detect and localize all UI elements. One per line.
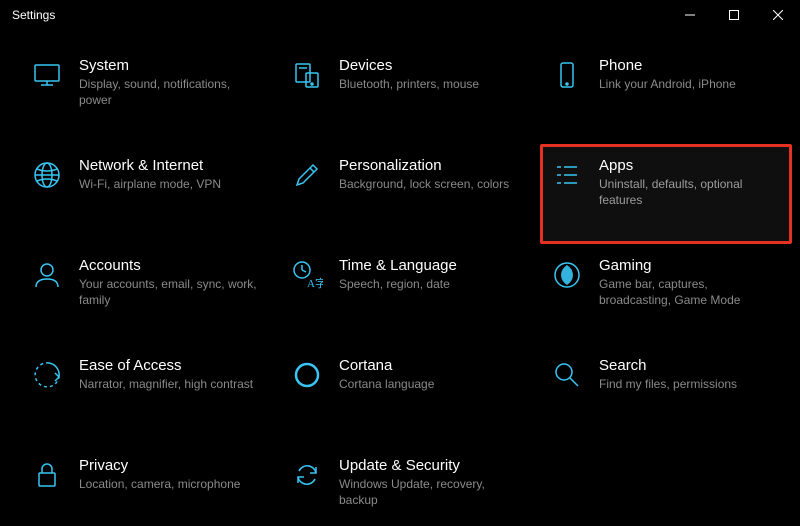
window-title: Settings (12, 8, 55, 22)
tile-sub: Narrator, magnifier, high contrast (79, 376, 253, 392)
tile-personalization[interactable]: Personalization Background, lock screen,… (280, 144, 532, 244)
tile-title: System (79, 57, 263, 74)
tile-sub: Link your Android, iPhone (599, 76, 736, 92)
tile-system[interactable]: System Display, sound, notifications, po… (20, 44, 272, 144)
tile-sub: Location, camera, microphone (79, 476, 240, 492)
update-security-icon (289, 457, 325, 493)
apps-icon (549, 157, 585, 193)
tile-title: Accounts (79, 257, 263, 274)
tile-title: Privacy (79, 457, 240, 474)
tile-sub: Speech, region, date (339, 276, 457, 292)
tile-network[interactable]: Network & Internet Wi-Fi, airplane mode,… (20, 144, 272, 244)
tile-apps[interactable]: Apps Uninstall, defaults, optional featu… (540, 144, 792, 244)
maximize-button[interactable] (712, 0, 756, 30)
tile-privacy[interactable]: Privacy Location, camera, microphone (20, 444, 272, 526)
window-controls (668, 0, 800, 30)
phone-icon (549, 57, 585, 93)
tile-cortana[interactable]: Cortana Cortana language (280, 344, 532, 444)
tile-sub: Background, lock screen, colors (339, 176, 509, 192)
tile-sub: Your accounts, email, sync, work, family (79, 276, 263, 308)
titlebar: Settings (0, 0, 800, 30)
tile-title: Update & Security (339, 457, 523, 474)
tile-title: Apps (599, 157, 783, 174)
tile-sub: Cortana language (339, 376, 434, 392)
tile-sub: Bluetooth, printers, mouse (339, 76, 479, 92)
tile-sub: Wi-Fi, airplane mode, VPN (79, 176, 221, 192)
tile-sub: Display, sound, notifications, power (79, 76, 263, 108)
close-button[interactable] (756, 0, 800, 30)
gaming-icon (549, 257, 585, 293)
personalization-icon (289, 157, 325, 193)
tile-title: Time & Language (339, 257, 457, 274)
ease-of-access-icon (29, 357, 65, 393)
tile-title: Gaming (599, 257, 783, 274)
devices-icon (289, 57, 325, 93)
tile-title: Search (599, 357, 737, 374)
tile-ease[interactable]: Ease of Access Narrator, magnifier, high… (20, 344, 272, 444)
tile-title: Ease of Access (79, 357, 253, 374)
cortana-icon (289, 357, 325, 393)
svg-text:A字: A字 (307, 276, 323, 290)
time-language-icon: A字 (289, 257, 325, 293)
tile-accounts[interactable]: Accounts Your accounts, email, sync, wor… (20, 244, 272, 344)
search-icon (549, 357, 585, 393)
tile-gaming[interactable]: Gaming Game bar, captures, broadcasting,… (540, 244, 792, 344)
tile-time[interactable]: A字 Time & Language Speech, region, date (280, 244, 532, 344)
minimize-button[interactable] (668, 0, 712, 30)
tile-sub: Windows Update, recovery, backup (339, 476, 523, 508)
tile-sub: Find my files, permissions (599, 376, 737, 392)
tile-update[interactable]: Update & Security Windows Update, recove… (280, 444, 532, 526)
privacy-icon (29, 457, 65, 493)
tile-title: Cortana (339, 357, 434, 374)
accounts-icon (29, 257, 65, 293)
tile-phone[interactable]: Phone Link your Android, iPhone (540, 44, 792, 144)
tile-sub: Game bar, captures, broadcasting, Game M… (599, 276, 783, 308)
system-icon (29, 57, 65, 93)
tile-title: Devices (339, 57, 479, 74)
settings-grid: System Display, sound, notifications, po… (0, 30, 800, 526)
network-icon (29, 157, 65, 193)
tile-title: Phone (599, 57, 736, 74)
tile-devices[interactable]: Devices Bluetooth, printers, mouse (280, 44, 532, 144)
tile-search[interactable]: Search Find my files, permissions (540, 344, 792, 444)
tile-sub: Uninstall, defaults, optional features (599, 176, 783, 208)
tile-title: Personalization (339, 157, 509, 174)
tile-title: Network & Internet (79, 157, 221, 174)
